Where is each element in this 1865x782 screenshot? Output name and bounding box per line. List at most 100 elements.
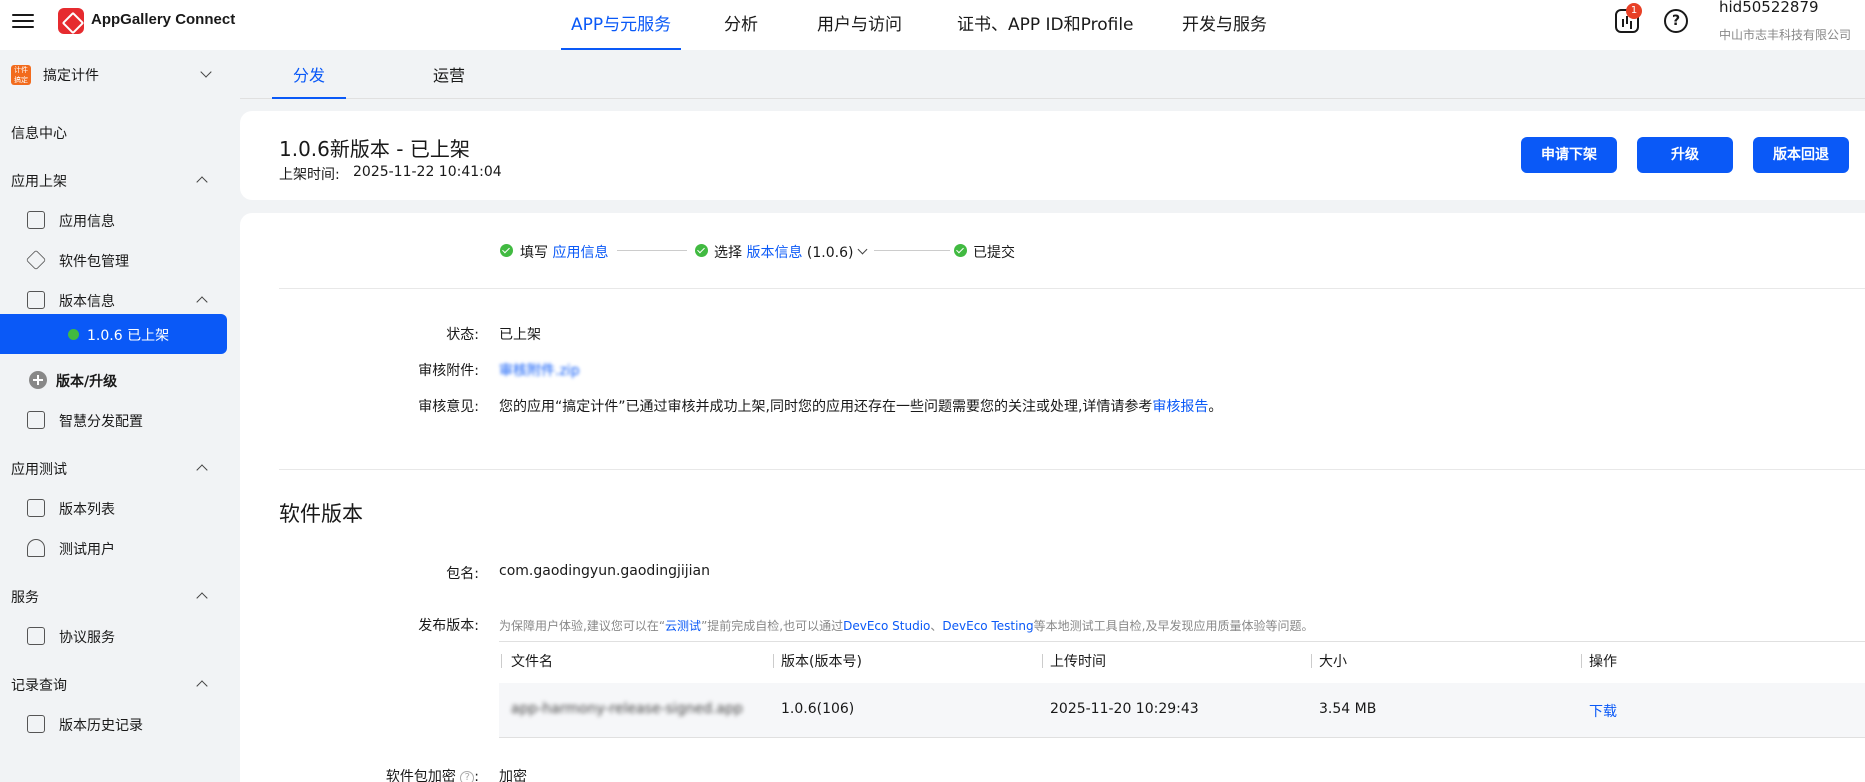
sidebar-item-version-info[interactable]: 版本信息 xyxy=(0,282,240,318)
sidebar-item-smart-dist[interactable]: 智慧分发配置 xyxy=(0,402,240,438)
release-version-label: 发布版本: xyxy=(418,618,479,634)
sidebar-item-version-history[interactable]: 版本历史记录 xyxy=(0,706,240,742)
step-check-icon xyxy=(500,244,513,257)
step-text: 填写 xyxy=(520,245,548,261)
size-cell: 3.54 MB xyxy=(1319,701,1377,717)
step-submitted: 已提交 xyxy=(973,245,1015,261)
nav-users-access[interactable]: 用户与访问 xyxy=(817,10,902,50)
column-header-upload-time: 上传时间 xyxy=(1050,654,1106,670)
sidebar-group-records[interactable]: 记录查询 xyxy=(0,666,240,702)
download-link[interactable]: 下载 xyxy=(1589,701,1617,721)
package-icon xyxy=(25,249,47,271)
opinion-label: 审核意见: xyxy=(418,399,479,415)
hint-text: ”提前完成自检,也可以通过 xyxy=(701,619,844,633)
opinion-text: 您的应用“搞定计件”已通过审核并成功上架,同时您的应用还存在一些问题需要您的关注… xyxy=(499,399,1153,415)
chevron-up-icon xyxy=(196,464,208,476)
table-header: 文件名 版本(版本号) 上传时间 大小 操作 xyxy=(499,641,1865,677)
sidebar-item-label: 智慧分发配置 xyxy=(59,414,143,430)
nav-analytics[interactable]: 分析 xyxy=(724,10,758,50)
column-separator xyxy=(501,654,502,668)
sidebar-item-label: 协议服务 xyxy=(59,630,115,646)
column-separator xyxy=(1581,654,1582,668)
step-fill-app-info: 填写 应用信息 xyxy=(520,242,608,262)
sidebar-item-test-users[interactable]: 测试用户 xyxy=(0,530,240,566)
request-delist-button[interactable]: 申请下架 xyxy=(1521,137,1617,173)
cloud-test-link[interactable]: 云测试 xyxy=(665,619,701,633)
sidebar-item-info-center[interactable]: 信息中心 xyxy=(0,114,240,150)
hint-text: 、 xyxy=(930,619,943,633)
nav-app-services[interactable]: APP与元服务 xyxy=(560,10,682,50)
notification-badge: 1 xyxy=(1626,3,1642,19)
tab-distribution[interactable]: 分发 xyxy=(271,62,347,99)
status-label: 状态: xyxy=(446,327,479,343)
upload-time-cell: 2025-11-20 10:29:43 xyxy=(1050,701,1199,717)
version-rollback-button[interactable]: 版本回退 xyxy=(1753,137,1849,173)
sidebar-group-test[interactable]: 应用测试 xyxy=(0,450,240,486)
status-value: 已上架 xyxy=(499,327,541,343)
sidebar-item-version-upgrade[interactable]: 版本/升级 xyxy=(0,362,240,398)
hint-text: 为保障用户体验,建议您可以在“ xyxy=(499,619,666,633)
version-header-card: 1.0.6新版本 - 已上架 上架时间: 2025-11-22 10:41:04… xyxy=(240,111,1865,200)
version-info-icon xyxy=(27,291,45,309)
release-time-label: 上架时间: xyxy=(279,167,340,183)
sidebar-item-label: 版本列表 xyxy=(59,502,115,518)
sidebar-group-label: 应用上架 xyxy=(11,174,67,190)
status-dot-icon xyxy=(68,329,79,340)
deveco-studio-link[interactable]: DevEco Studio xyxy=(843,619,930,633)
top-header: AppGallery Connect APP与元服务 分析 用户与访问 证书、A… xyxy=(0,0,1865,50)
sidebar-item-app-info[interactable]: 应用信息 xyxy=(0,202,240,238)
sidebar-item-label: 版本/升级 xyxy=(56,374,118,390)
file-name-cell: app-harmony-release-signed.app xyxy=(511,701,743,717)
chevron-down-icon[interactable] xyxy=(857,244,868,255)
step-check-icon xyxy=(695,244,708,257)
sidebar-item-label: 应用信息 xyxy=(59,214,115,230)
step-connector xyxy=(617,250,687,251)
sidebar-group-label: 应用测试 xyxy=(11,462,67,478)
nav-dev-services[interactable]: 开发与服务 xyxy=(1182,10,1267,50)
encryption-label-colon: : xyxy=(474,769,479,782)
tab-operations[interactable]: 运营 xyxy=(433,62,465,99)
help-icon[interactable]: ? xyxy=(1664,9,1688,33)
attachment-label: 审核附件: xyxy=(418,363,479,379)
divider xyxy=(279,288,1865,289)
agreement-icon xyxy=(27,627,45,645)
app-name: 搞定计件 xyxy=(43,68,99,84)
opinion-end: 。 xyxy=(1208,399,1223,415)
hamburger-menu-icon[interactable] xyxy=(12,10,34,30)
step-select-version: 选择 版本信息 (1.0.6) xyxy=(714,242,853,262)
encryption-label-text: 软件包加密 xyxy=(385,769,456,782)
column-separator xyxy=(1042,654,1043,668)
sidebar-item-label: 1.0.6 已上架 xyxy=(87,328,170,344)
package-name-value: com.gaodingyun.gaodingjijian xyxy=(499,563,710,579)
nav-certificates[interactable]: 证书、APP ID和Profile xyxy=(957,10,1134,50)
version-info-link[interactable]: 版本信息 xyxy=(746,245,802,261)
encryption-help-icon[interactable]: ? xyxy=(460,771,475,782)
plus-circle-icon xyxy=(29,371,47,389)
sidebar-item-package-mgmt[interactable]: 软件包管理 xyxy=(0,242,240,278)
column-separator xyxy=(1311,654,1312,668)
chevron-up-icon xyxy=(196,592,208,604)
app-selector[interactable]: 计件 搞定 搞定计件 xyxy=(0,50,240,100)
sidebar-item-label: 测试用户 xyxy=(59,542,115,558)
sidebar-item-version-1-0-6[interactable]: 1.0.6 已上架 xyxy=(0,314,227,354)
account-id[interactable]: hid50522879 xyxy=(1719,0,1819,16)
app-info-link[interactable]: 应用信息 xyxy=(552,245,608,261)
upgrade-button[interactable]: 升级 xyxy=(1637,137,1733,173)
column-separator xyxy=(773,654,774,668)
sidebar-item-version-list[interactable]: 版本列表 xyxy=(0,490,240,526)
sidebar-item-label: 版本信息 xyxy=(59,294,115,310)
sidebar-group-label: 记录查询 xyxy=(11,678,67,694)
app-info-icon xyxy=(27,211,45,229)
review-report-link[interactable]: 审核报告 xyxy=(1152,399,1208,415)
deveco-testing-link[interactable]: DevEco Testing xyxy=(942,619,1033,633)
version-title: 1.0.6新版本 - 已上架 xyxy=(279,137,470,161)
encryption-label: 软件包加密 ?: xyxy=(340,766,479,782)
sidebar-group-publish[interactable]: 应用上架 xyxy=(0,162,240,198)
sidebar-item-agreement[interactable]: 协议服务 xyxy=(0,618,240,654)
sidebar-group-service[interactable]: 服务 xyxy=(0,578,240,614)
step-connector xyxy=(874,250,950,251)
column-header-action: 操作 xyxy=(1589,654,1617,670)
attachment-link[interactable]: 审核附件.zip xyxy=(499,360,580,380)
review-opinion: 您的应用“搞定计件”已通过审核并成功上架,同时您的应用还存在一些问题需要您的关注… xyxy=(499,396,1222,416)
column-header-size: 大小 xyxy=(1319,654,1347,670)
